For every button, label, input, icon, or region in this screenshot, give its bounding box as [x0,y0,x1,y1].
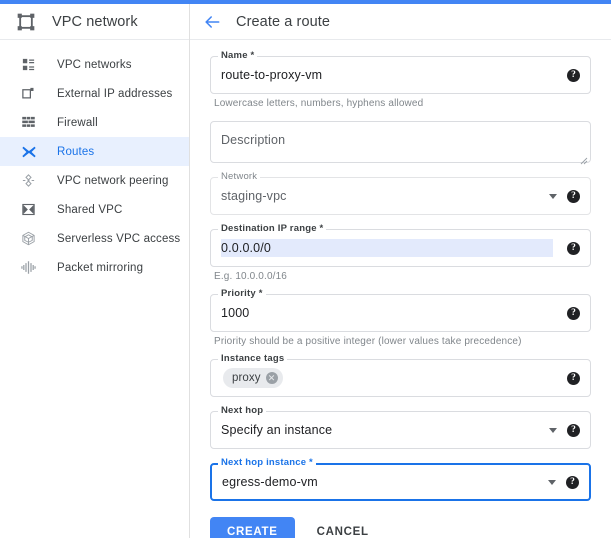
next-hop-instance-value: egress-demo-vm [222,475,542,489]
sidebar-item-label: Serverless VPC access [57,233,180,245]
create-button[interactable]: CREATE [210,517,295,538]
chip-label: proxy [232,372,261,384]
sidebar-header: VPC network [0,4,189,40]
priority-helper-text: Priority should be a positive integer (l… [214,336,591,347]
help-icon[interactable]: ? [567,190,580,203]
firewall-brick-icon [20,114,37,131]
network-field: Network staging-vpc ? [210,177,591,215]
product-title: VPC network [52,14,138,30]
cancel-button[interactable]: CANCEL [317,526,369,538]
next-hop-select[interactable]: Specify an instance ? [210,411,591,449]
sidebar-item-packet-mirroring[interactable]: Packet mirroring [0,253,189,282]
name-label: Name * [218,50,257,61]
peering-nodes-icon [20,172,37,189]
sidebar-item-shared-vpc[interactable]: Shared VPC [0,195,189,224]
chevron-down-icon[interactable] [549,194,557,199]
chevron-down-icon[interactable] [548,480,556,485]
external-ip-icon [20,85,37,102]
next-hop-instance-field: Next hop instance * egress-demo-vm ? [210,463,591,501]
sidebar-item-label: Packet mirroring [57,262,143,274]
help-icon[interactable]: ? [567,307,580,320]
sidebar-item-vpc-network-peering[interactable]: VPC network peering [0,166,189,195]
sidebar-nav: VPC networks External IP addresses [0,40,189,282]
destination-ip-range-input-outline[interactable]: 0.0.0.0/0 ? [210,229,591,267]
resize-handle-icon[interactable] [580,152,588,160]
page-title: Create a route [236,14,330,30]
priority-input-value: 1000 [221,306,559,320]
sidebar-item-label: VPC networks [57,59,132,71]
next-hop-instance-select[interactable]: egress-demo-vm ? [210,463,591,501]
instance-tags-input-outline[interactable]: proxy ✕ ? [210,359,591,397]
sidebar-item-label: Shared VPC [57,204,122,216]
help-icon[interactable]: ? [567,424,580,437]
description-field: Description [210,121,591,163]
network-select-value: staging-vpc [221,189,543,203]
chip-remove-icon[interactable]: ✕ [266,372,278,384]
name-input-value: route-to-proxy-vm [221,68,559,82]
destination-ip-range-helper-text: E.g. 10.0.0.0/16 [214,271,591,282]
sidebar-item-vpc-networks[interactable]: VPC networks [0,50,189,79]
page-header: Create a route [190,4,611,40]
chevron-down-icon[interactable] [549,428,557,433]
serverless-vpc-icon [20,230,37,247]
sidebar-item-routes[interactable]: Routes [0,137,189,166]
next-hop-select-value: Specify an instance [221,423,543,437]
destination-ip-range-field: Destination IP range * 0.0.0.0/0 ? [210,229,591,267]
next-hop-field: Next hop Specify an instance ? [210,411,591,449]
sidebar-item-label: External IP addresses [57,88,172,100]
sidebar-item-firewall[interactable]: Firewall [0,108,189,137]
sidebar-item-label: VPC network peering [57,175,169,187]
sidebar-item-label: Routes [57,146,94,158]
packet-mirroring-icon [20,259,37,276]
sidebar-item-serverless-vpc-access[interactable]: Serverless VPC access [0,224,189,253]
help-icon[interactable]: ? [566,476,579,489]
routes-shuffle-icon [20,143,37,160]
destination-ip-range-value: 0.0.0.0/0 [221,239,553,257]
instance-tag-chip[interactable]: proxy ✕ [223,368,283,388]
back-arrow-icon[interactable] [202,12,222,32]
vpc-network-icon [16,12,36,32]
priority-input-outline[interactable]: 1000 ? [210,294,591,332]
name-field: Name * route-to-proxy-vm ? [210,56,591,94]
name-input-outline[interactable]: route-to-proxy-vm ? [210,56,591,94]
next-hop-instance-label: Next hop instance * [218,457,316,468]
description-textarea[interactable]: Description [210,121,591,163]
help-icon[interactable]: ? [567,69,580,82]
sidebar-item-external-ip-addresses[interactable]: External IP addresses [0,79,189,108]
priority-label: Priority * [218,288,266,299]
main-content: Create a route Name * route-to-proxy-vm … [190,4,611,538]
next-hop-label: Next hop [218,405,266,416]
instance-tags-chip-list: proxy ✕ [221,368,559,388]
description-placeholder: Description [221,133,285,147]
form-actions: CREATE CANCEL [210,517,591,538]
instance-tags-field: Instance tags proxy ✕ ? [210,359,591,397]
network-select[interactable]: staging-vpc ? [210,177,591,215]
destination-ip-range-label: Destination IP range * [218,223,326,234]
sidebar-item-label: Firewall [57,117,98,129]
network-list-icon [20,56,37,73]
help-icon[interactable]: ? [567,372,580,385]
shared-vpc-icon [20,201,37,218]
app-root: VPC network VPC networks [0,0,611,538]
name-helper-text: Lowercase letters, numbers, hyphens allo… [214,98,591,109]
instance-tags-label: Instance tags [218,353,287,364]
priority-field: Priority * 1000 ? [210,294,591,332]
network-label: Network [218,171,260,182]
sidebar: VPC network VPC networks [0,4,190,538]
help-icon[interactable]: ? [567,242,580,255]
create-route-form: Name * route-to-proxy-vm ? Lowercase let… [190,40,611,538]
